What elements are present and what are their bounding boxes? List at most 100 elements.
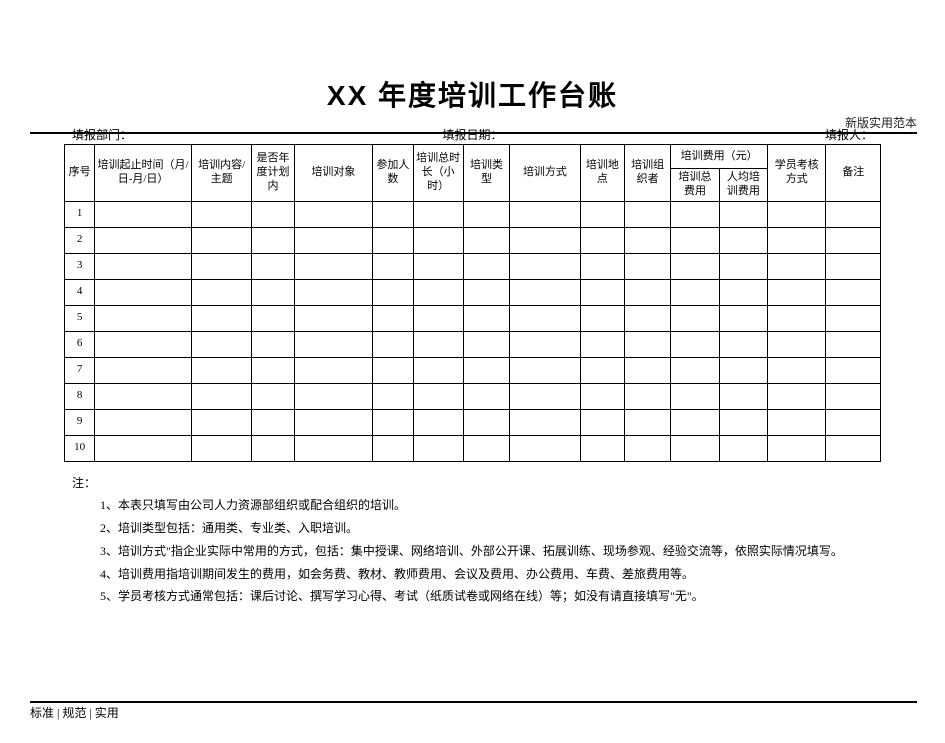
table-cell (580, 435, 624, 461)
table-cell (510, 279, 581, 305)
table-cell (671, 357, 719, 383)
table-cell (252, 305, 294, 331)
table-cell (95, 383, 192, 409)
table-cell (463, 435, 509, 461)
table-cell (191, 201, 251, 227)
table-cell (413, 357, 463, 383)
table-cell (671, 201, 719, 227)
table-cell (252, 409, 294, 435)
note-item: 5、学员考核方式通常包括：课后讨论、撰写学习心得、考试（纸质试卷或网络在线）等；… (106, 585, 873, 608)
row-seq-cell: 5 (65, 305, 95, 331)
table-row: 7 (65, 357, 881, 383)
col-plan: 是否年度计划内 (252, 145, 294, 202)
table-cell (510, 227, 581, 253)
table-cell (95, 331, 192, 357)
table-cell (463, 201, 509, 227)
table-cell (413, 383, 463, 409)
table-cell (826, 383, 881, 409)
page-title: XX 年度培训工作台账 (0, 74, 945, 114)
table-cell (373, 409, 413, 435)
footer-left: 标准 | 规范 | 实用 (30, 704, 119, 721)
table-cell (373, 383, 413, 409)
col-target: 培训对象 (294, 145, 373, 202)
col-remark: 备注 (826, 145, 881, 202)
table-cell (510, 409, 581, 435)
table-cell (191, 409, 251, 435)
table-row: 2 (65, 227, 881, 253)
table-row: 8 (65, 383, 881, 409)
table-cell (413, 279, 463, 305)
table-cell (95, 253, 192, 279)
table-row: 4 (65, 279, 881, 305)
table-cell (580, 305, 624, 331)
table-cell (463, 357, 509, 383)
col-fee-group: 培训费用（元） (671, 145, 768, 169)
col-method: 培训方式 (510, 145, 581, 202)
table-cell (719, 305, 767, 331)
row-seq-cell: 10 (65, 435, 95, 461)
table-cell (463, 279, 509, 305)
table-cell (719, 357, 767, 383)
col-seq: 序号 (65, 145, 95, 202)
table-cell (580, 331, 624, 357)
table-cell (252, 435, 294, 461)
table-cell (768, 253, 826, 279)
table-cell (373, 305, 413, 331)
table-cell (510, 201, 581, 227)
table-cell (719, 383, 767, 409)
table-cell (191, 331, 251, 357)
table-cell (768, 227, 826, 253)
row-seq-cell: 7 (65, 357, 95, 383)
table-cell (719, 435, 767, 461)
table-cell (625, 279, 671, 305)
row-seq-cell: 3 (65, 253, 95, 279)
table-cell (373, 253, 413, 279)
note-item: 4、培训费用指培训期间发生的费用，如会务费、教材、教师费用、会议及费用、办公费用… (106, 563, 873, 586)
table-cell (463, 331, 509, 357)
table-cell (580, 357, 624, 383)
table-cell (95, 357, 192, 383)
table-cell (191, 383, 251, 409)
meta-row: 填报部门： 填报日期： 填报人： (72, 126, 873, 142)
table-cell (413, 331, 463, 357)
table-cell (510, 305, 581, 331)
table-cell (413, 409, 463, 435)
table-cell (95, 435, 192, 461)
note-item: 2、培训类型包括：通用类、专业类、入职培训。 (106, 517, 873, 540)
col-topic: 培训内容/主题 (191, 145, 251, 202)
table-cell (373, 435, 413, 461)
table-cell (463, 409, 509, 435)
table-cell (510, 435, 581, 461)
col-fee-total: 培训总费用 (671, 169, 719, 202)
table-cell (671, 383, 719, 409)
table-cell (625, 305, 671, 331)
table-cell (580, 227, 624, 253)
table-cell (826, 201, 881, 227)
table-cell (671, 305, 719, 331)
table-cell (373, 357, 413, 383)
table-cell (95, 279, 192, 305)
col-location: 培训地点 (580, 145, 624, 202)
row-seq-cell: 4 (65, 279, 95, 305)
table-row: 9 (65, 409, 881, 435)
table-cell (95, 227, 192, 253)
table-cell (826, 279, 881, 305)
meta-date-label: 填报日期： (442, 126, 502, 143)
table-cell (294, 279, 373, 305)
row-seq-cell: 1 (65, 201, 95, 227)
table-cell (191, 253, 251, 279)
table-cell (373, 201, 413, 227)
notes-label: 注： (72, 472, 100, 495)
table-row: 6 (65, 331, 881, 357)
table-cell (252, 357, 294, 383)
table-cell (373, 227, 413, 253)
table-cell (294, 409, 373, 435)
table-cell (413, 253, 463, 279)
table-cell (826, 435, 881, 461)
table-cell (463, 253, 509, 279)
table-cell (625, 201, 671, 227)
table-row: 5 (65, 305, 881, 331)
table-cell (768, 305, 826, 331)
col-organizer: 培训组织者 (625, 145, 671, 202)
table-cell (625, 409, 671, 435)
